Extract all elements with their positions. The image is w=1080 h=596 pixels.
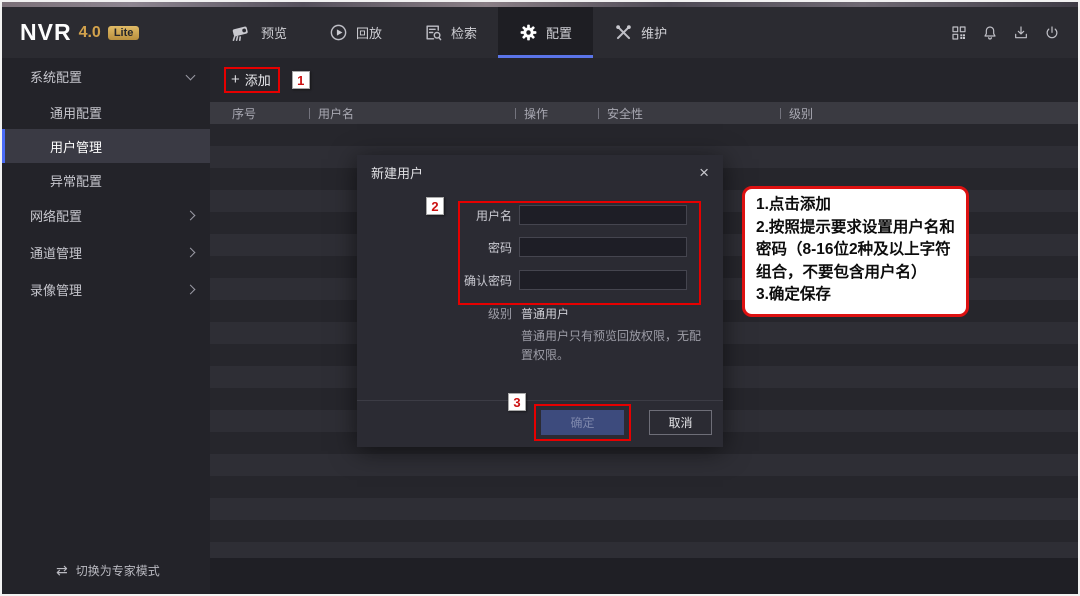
add-user-button[interactable]: + 添加 bbox=[224, 67, 280, 93]
switch-expert-mode-button[interactable]: ⇄ 切换为专家模式 bbox=[2, 554, 210, 586]
step-2-badge: 2 bbox=[426, 197, 444, 215]
step-3-badge: 3 bbox=[508, 393, 526, 411]
ok-button[interactable]: 确定 bbox=[541, 410, 624, 435]
top-navigation-bar: NVR 4.0 Lite 预览 回放 检索 bbox=[2, 7, 1078, 58]
annotation-line: 3.确定保存 bbox=[756, 284, 957, 307]
tab-label: 配置 bbox=[546, 23, 572, 42]
password-field-row: 密码 bbox=[460, 237, 697, 257]
sidebar-group-channel-management[interactable]: 通道管理 bbox=[2, 234, 210, 271]
switch-expert-mode-label: 切换为专家模式 bbox=[76, 562, 160, 579]
annotation-line: 1.点击添加 bbox=[756, 194, 957, 217]
tab-search[interactable]: 检索 bbox=[403, 7, 498, 58]
sidebar-group-record-management[interactable]: 录像管理 bbox=[2, 271, 210, 308]
dialog-header: 新建用户 × bbox=[357, 155, 723, 189]
user-table-header: 序号 用户名 操作 安全性 级别 bbox=[210, 102, 1078, 124]
column-header-username: 用户名 bbox=[309, 105, 515, 122]
tab-config[interactable]: 配置 bbox=[498, 7, 593, 58]
config-sidebar: 系统配置 通用配置 用户管理 异常配置 网络配置 通道管理 录像管理 bbox=[2, 58, 210, 594]
sidebar-item-exception-config[interactable]: 异常配置 bbox=[2, 163, 210, 197]
instruction-annotation: 1.点击添加 2.按照提示要求设置用户名和密码（8-16位2种及以上字符组合，不… bbox=[742, 186, 969, 317]
username-input[interactable] bbox=[519, 205, 687, 225]
qr-code-icon[interactable] bbox=[951, 25, 967, 41]
chevron-right-icon bbox=[186, 248, 196, 258]
tab-playback[interactable]: 回放 bbox=[308, 7, 403, 58]
username-label: 用户名 bbox=[460, 207, 512, 224]
chevron-right-icon bbox=[186, 211, 196, 221]
username-field-row: 用户名 bbox=[460, 205, 697, 225]
tab-label: 检索 bbox=[451, 23, 477, 42]
password-input[interactable] bbox=[519, 237, 687, 257]
column-header-security: 安全性 bbox=[598, 105, 780, 122]
item-label: 用户管理 bbox=[50, 137, 210, 156]
level-value: 普通用户 bbox=[521, 305, 569, 322]
column-header-index: 序号 bbox=[232, 105, 309, 122]
confirm-password-label: 确认密码 bbox=[460, 272, 512, 289]
tab-maintenance[interactable]: 维护 bbox=[593, 7, 688, 58]
camera-icon bbox=[231, 24, 253, 42]
confirm-password-field-row: 确认密码 bbox=[460, 270, 697, 290]
chevron-right-icon bbox=[186, 285, 196, 295]
new-user-dialog: 新建用户 × 用户名 密码 确认密码 2 级别 普通用户 普通用户只有预览回放权… bbox=[357, 155, 723, 447]
confirm-password-input[interactable] bbox=[519, 270, 687, 290]
gear-icon bbox=[519, 23, 538, 42]
permission-note: 普通用户只有预览回放权限，无配置权限。 bbox=[521, 327, 707, 365]
edition-badge: Lite bbox=[108, 26, 140, 40]
column-header-operation: 操作 bbox=[515, 105, 598, 122]
chevron-down-icon bbox=[186, 70, 196, 80]
annotation-line: 2.按照提示要求设置用户名和密码（8-16位2种及以上字符组合，不要包含用户名） bbox=[756, 217, 957, 285]
playback-icon bbox=[329, 23, 348, 42]
tab-label: 维护 bbox=[641, 23, 667, 42]
step-1-badge: 1 bbox=[292, 71, 310, 89]
download-icon[interactable] bbox=[1013, 25, 1029, 41]
search-icon bbox=[424, 23, 443, 42]
version-text: 4.0 bbox=[79, 24, 101, 42]
tab-label: 回放 bbox=[356, 23, 382, 42]
dialog-title: 新建用户 bbox=[371, 163, 423, 182]
sidebar-item-user-management[interactable]: 用户管理 bbox=[2, 129, 210, 163]
sidebar-group-system-config[interactable]: 系统配置 bbox=[2, 58, 210, 95]
level-label: 级别 bbox=[460, 305, 512, 322]
power-icon[interactable] bbox=[1044, 25, 1060, 41]
group-label: 通道管理 bbox=[30, 243, 187, 262]
group-label: 录像管理 bbox=[30, 280, 187, 299]
add-button-label: 添加 bbox=[245, 70, 271, 89]
swap-arrows-icon: ⇄ bbox=[56, 562, 68, 579]
sidebar-group-network-config[interactable]: 网络配置 bbox=[2, 197, 210, 234]
level-row: 级别 普通用户 bbox=[460, 305, 569, 322]
bell-icon[interactable] bbox=[982, 25, 998, 41]
dialog-divider bbox=[357, 400, 723, 401]
cancel-button[interactable]: 取消 bbox=[649, 410, 712, 435]
password-label: 密码 bbox=[460, 239, 512, 256]
item-label: 通用配置 bbox=[50, 103, 210, 122]
group-label: 网络配置 bbox=[30, 206, 187, 225]
app-logo: NVR 4.0 Lite bbox=[2, 7, 210, 58]
main-tabs: 预览 回放 检索 配置 bbox=[210, 7, 688, 58]
column-header-level: 级别 bbox=[780, 105, 1078, 122]
topbar-actions bbox=[951, 7, 1078, 58]
tab-label: 预览 bbox=[261, 23, 287, 42]
brand-text: NVR bbox=[20, 19, 72, 46]
user-toolbar: + 添加 1 bbox=[210, 58, 1078, 102]
tab-preview[interactable]: 预览 bbox=[210, 7, 308, 58]
nvr-app-window: NVR 4.0 Lite 预览 回放 检索 bbox=[0, 0, 1080, 596]
close-icon[interactable]: × bbox=[699, 164, 709, 181]
group-label: 系统配置 bbox=[30, 67, 187, 86]
item-label: 异常配置 bbox=[50, 171, 210, 190]
sidebar-item-general-config[interactable]: 通用配置 bbox=[2, 95, 210, 129]
panel-footer-area bbox=[210, 558, 1078, 594]
tools-icon bbox=[614, 23, 633, 42]
plus-icon: + bbox=[231, 73, 240, 86]
